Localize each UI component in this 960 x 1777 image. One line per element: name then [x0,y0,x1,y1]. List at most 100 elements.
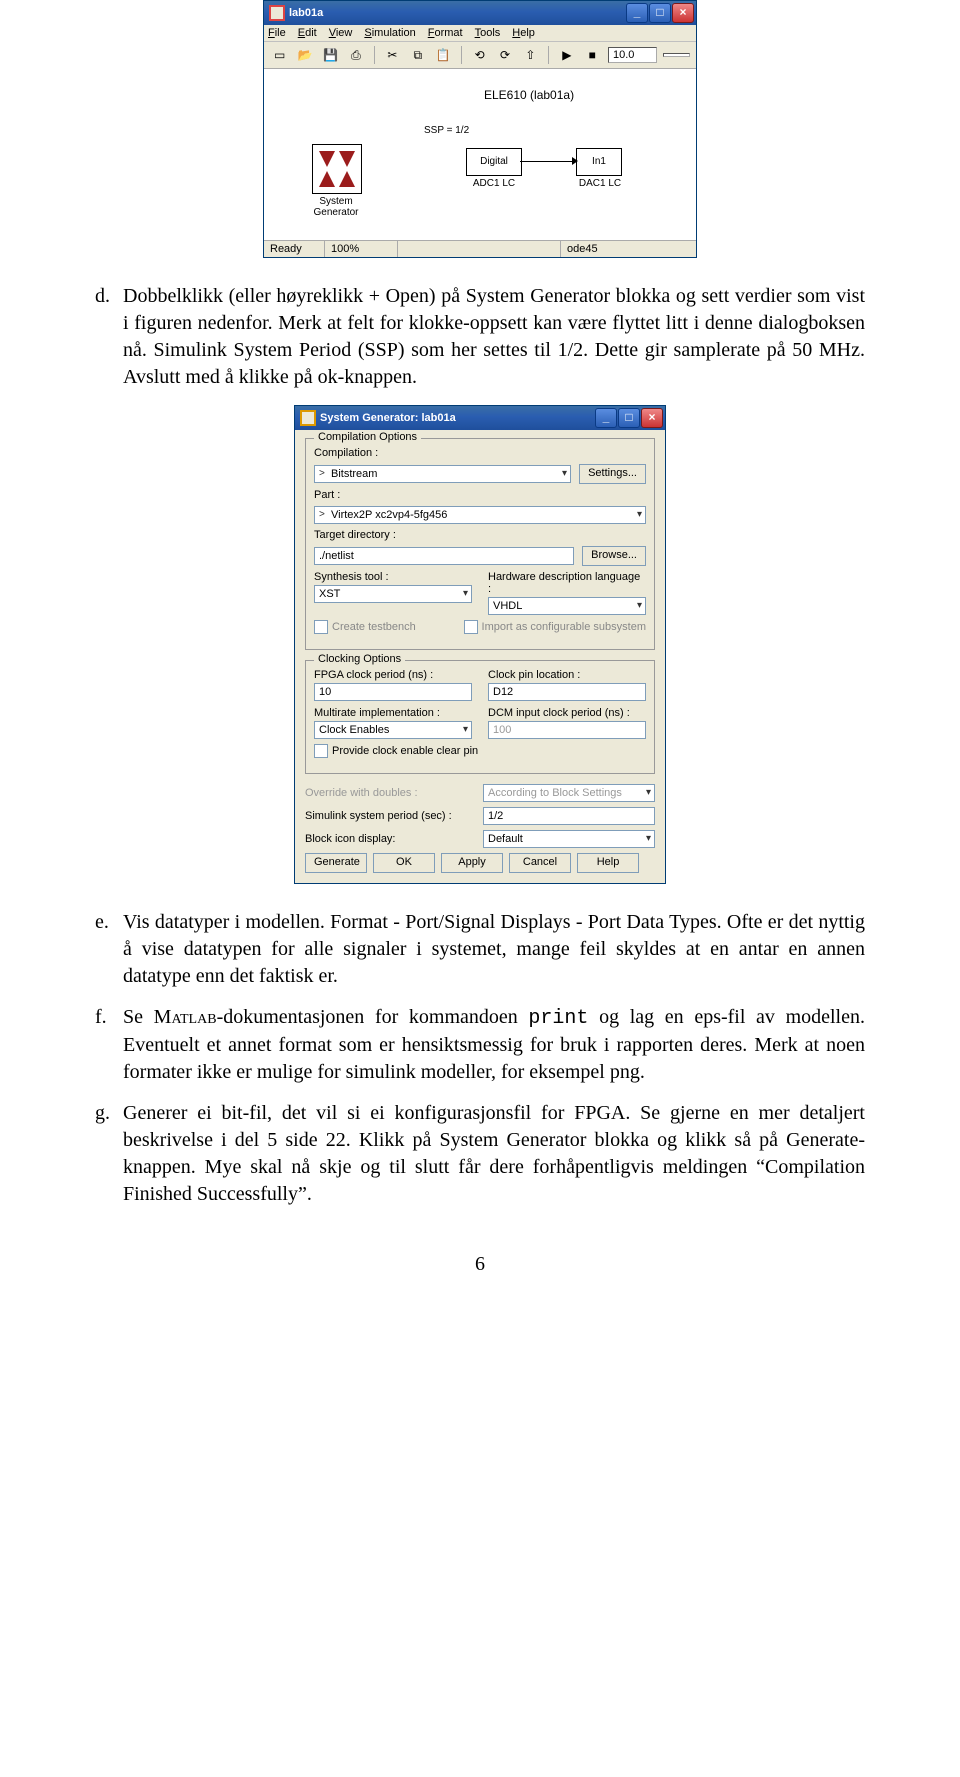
menu-help[interactable]: Help [512,27,535,39]
list-item-e: e. Vis datatyper i modellen. Format - Po… [95,909,865,990]
titlebar: lab01a _ □ × [264,1,696,25]
compilation-label: Compilation : [314,447,646,459]
clocking-options-group: Clocking Options FPGA clock period (ns) … [305,660,655,774]
dialog-button-row: Generate OK Apply Cancel Help [305,853,655,873]
status-solver: ode45 [561,241,696,257]
import-config-checkbox[interactable]: Import as configurable subsystem [464,620,646,634]
window-title: lab01a [289,7,323,19]
extra-field[interactable] [663,53,690,57]
multirate-combo[interactable]: Clock Enables [314,721,472,739]
dialog-title: System Generator: lab01a [320,412,456,424]
paragraph-d: Dobbelklikk (eller høyreklikk + Open) på… [123,283,865,391]
signal-wire [520,161,576,162]
help-button[interactable]: Help [577,853,639,873]
menu-tools[interactable]: Tools [475,27,501,39]
paragraph-g: Generer ei bit-fil, det vil si ei konfig… [123,1100,865,1208]
minimize-button[interactable]: _ [626,3,648,23]
menu-edit[interactable]: Edit [298,27,317,39]
marker-d: d. [95,283,123,391]
target-dir-field[interactable]: ./netlist [314,547,574,565]
fpga-clk-field[interactable]: 10 [314,683,472,701]
icon-display-label: Block icon display: [305,833,475,845]
dlg-minimize-button[interactable]: _ [595,408,617,428]
clk-pin-field[interactable]: D12 [488,683,646,701]
browse-button[interactable]: Browse... [582,546,646,566]
menu-view[interactable]: View [329,27,353,39]
synth-combo[interactable]: XST [314,585,472,603]
stop-icon[interactable]: ■ [583,45,602,65]
status-bar: Ready 100% ode45 [264,240,696,257]
sim-time-field[interactable]: 10.0 [608,47,657,63]
copy-icon[interactable]: ⧉ [408,45,427,65]
marker-e: e. [95,909,123,990]
arrow-icon [572,157,578,165]
paragraph-f: Se Matlab-dokumentasjonen for kommandoen… [123,1004,865,1086]
multirate-label: Multirate implementation : [314,707,472,719]
menubar: File Edit View Simulation Format Tools H… [264,25,696,42]
play-icon[interactable]: ▶ [557,45,576,65]
redo-icon[interactable]: ⟳ [495,45,514,65]
override-combo: According to Block Settings [483,784,655,802]
adc-label: ADC1 LC [454,178,534,189]
sysgen-dialog: System Generator: lab01a _ □ × Compilati… [294,405,666,884]
model-canvas[interactable]: ELE610 (lab01a) SSP = 1/2 SystemGenerato… [264,69,696,240]
new-icon[interactable]: ▭ [270,45,289,65]
print-icon[interactable]: ⎙ [346,45,365,65]
menu-simulation[interactable]: Simulation [364,27,415,39]
dac-block[interactable]: In1 [576,148,622,176]
matlab-name: Matlab [154,1006,217,1028]
generate-button[interactable]: Generate [305,853,367,873]
maximize-button[interactable]: □ [649,3,671,23]
adc-block[interactable]: Digital [466,148,522,176]
list-item-f: f. Se Matlab-dokumentasjonen for kommand… [95,1004,865,1086]
dlg-close-button[interactable]: × [641,408,663,428]
app-icon [269,5,285,21]
marker-f: f. [95,1004,123,1086]
status-zoom: 100% [325,241,398,257]
system-generator-block[interactable] [312,144,362,194]
create-testbench-checkbox[interactable]: Create testbench [314,620,416,634]
part-combo[interactable]: Virtex2P xc2vp4-5fg456 [314,506,646,524]
clk-pin-label: Clock pin location : [488,669,646,681]
hdl-combo[interactable]: VHDL [488,597,646,615]
dialog-titlebar: System Generator: lab01a _ □ × [295,406,665,430]
paste-icon[interactable]: 📋 [434,45,453,65]
marker-g: g. [95,1100,123,1208]
compilation-options-group: Compilation Options Compilation : Bitstr… [305,438,655,650]
save-icon[interactable]: 💾 [321,45,340,65]
close-button[interactable]: × [672,3,694,23]
provide-ce-checkbox[interactable]: Provide clock enable clear pin [314,744,478,758]
apply-button[interactable]: Apply [441,853,503,873]
list-item-d: d. Dobbelklikk (eller høyreklikk + Open)… [95,283,865,391]
compilation-options-title: Compilation Options [314,431,421,443]
sysgen-label: SystemGenerator [296,196,376,218]
up-icon[interactable]: ⇧ [521,45,540,65]
dlg-maximize-button[interactable]: □ [618,408,640,428]
part-label: Part : [314,489,646,501]
model-title: ELE610 (lab01a) [484,88,574,102]
settings-button[interactable]: Settings... [579,464,646,484]
dac-label: DAC1 LC [560,178,640,189]
status-ready: Ready [264,241,325,257]
menu-file[interactable]: File [268,27,286,39]
fpga-clk-label: FPGA clock period (ns) : [314,669,472,681]
hdl-label: Hardware description language : [488,571,646,595]
dcm-label: DCM input clock period (ns) : [488,707,646,719]
status-empty [398,241,561,257]
clocking-options-title: Clocking Options [314,653,405,665]
compilation-combo[interactable]: Bitstream [314,465,571,483]
ssp-field[interactable]: 1/2 [483,807,655,825]
cut-icon[interactable]: ✂ [383,45,402,65]
synth-label: Synthesis tool : [314,571,472,583]
toolbar: ▭ 📂 💾 ⎙ ✂ ⧉ 📋 ⟲ ⟳ ⇧ ▶ ■ 10.0 [264,42,696,69]
undo-icon[interactable]: ⟲ [470,45,489,65]
ok-button[interactable]: OK [373,853,435,873]
cancel-button[interactable]: Cancel [509,853,571,873]
page-number: 6 [95,1253,865,1276]
icon-display-combo[interactable]: Default [483,830,655,848]
simulink-window: lab01a _ □ × File Edit View Simulation F… [263,0,697,258]
menu-format[interactable]: Format [428,27,463,39]
dcm-field: 100 [488,721,646,739]
open-icon[interactable]: 📂 [295,45,314,65]
paragraph-e: Vis datatyper i modellen. Format - Port/… [123,909,865,990]
